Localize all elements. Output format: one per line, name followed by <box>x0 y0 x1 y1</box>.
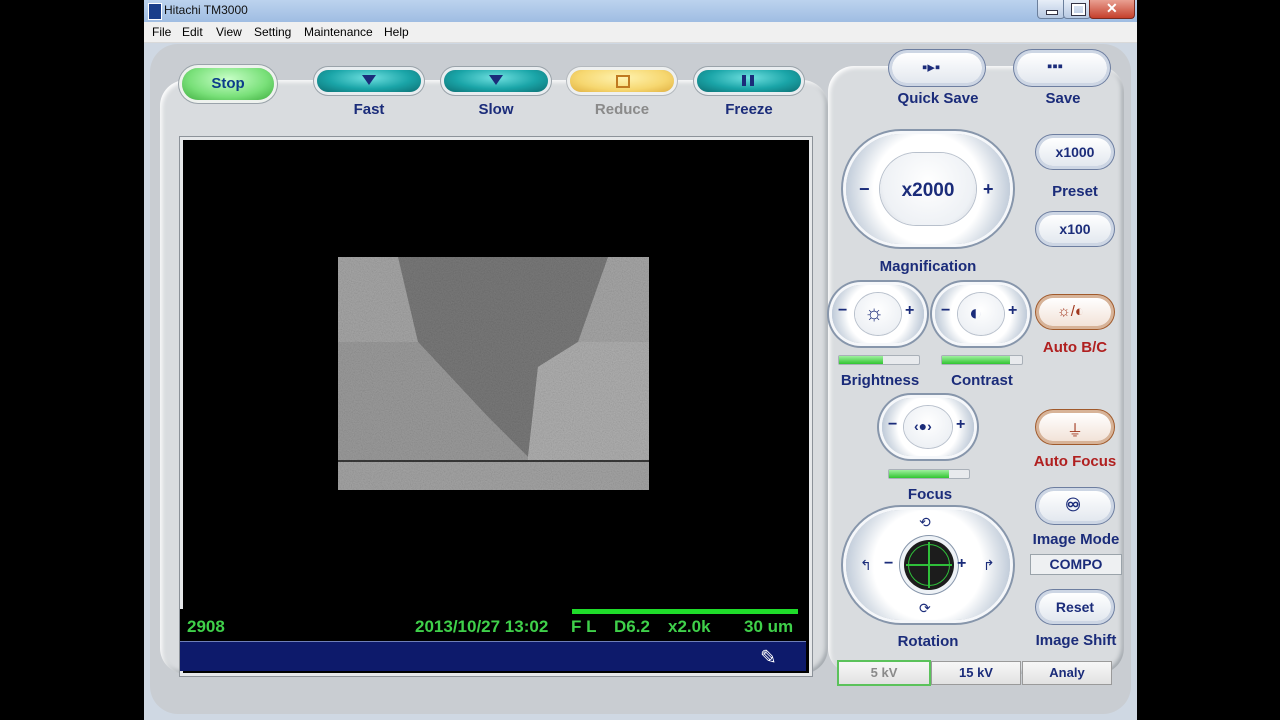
focus-icon: ‹●› <box>914 418 932 434</box>
preset-x1000-label: x1000 <box>1055 144 1095 160</box>
contrast-plus[interactable]: + <box>1008 302 1017 320</box>
image-shift-label: Image Shift <box>1035 632 1117 649</box>
slow-down-icon <box>489 75 503 85</box>
focus-level-bar <box>888 469 970 479</box>
sun-icon: ☼ <box>864 300 885 325</box>
image-mode-icon: ♾ <box>1065 495 1082 515</box>
freeze-pause-icon <box>742 75 746 86</box>
minimize-button[interactable] <box>1037 0 1065 19</box>
window-title: Hitachi TM3000 <box>164 3 248 17</box>
rotate-bottom-icon[interactable]: ⟳ <box>919 600 931 617</box>
reset-button[interactable]: Reset <box>1039 593 1111 621</box>
magnification-value: x2000 <box>901 180 955 201</box>
save-button[interactable]: ▪▪▪ <box>1017 53 1107 83</box>
image-mode-label: Image Mode <box>1032 531 1120 548</box>
magnification-minus[interactable]: − <box>859 179 870 200</box>
auto-focus-button[interactable]: ⏚ <box>1039 413 1111 441</box>
close-icon: ✕ <box>1106 0 1118 16</box>
menu-maintenance[interactable]: Maintenance <box>304 25 373 39</box>
close-button[interactable]: ✕ <box>1089 0 1135 19</box>
focus-minus[interactable]: − <box>888 416 897 434</box>
slow-label: Slow <box>478 101 514 118</box>
save-icon: ▪▪▪ <box>1047 58 1063 75</box>
contrast-icon: ◐ <box>969 300 983 325</box>
focus-plus[interactable]: + <box>956 416 965 434</box>
auto-bc-icon: ☼/◐ <box>1057 303 1084 320</box>
menu-edit[interactable]: Edit <box>182 25 203 39</box>
stop-button[interactable]: Stop <box>182 68 274 100</box>
preset-x1000-button[interactable]: x1000 <box>1039 138 1111 166</box>
magnification-plus[interactable]: + <box>983 179 994 200</box>
quick-save-label: Quick Save <box>897 90 979 107</box>
contrast-minus[interactable]: − <box>941 302 950 320</box>
focus-label: Focus <box>907 486 953 503</box>
rotate-top-icon[interactable]: ⟲ <box>919 514 931 531</box>
brightness-plus[interactable]: + <box>905 302 914 320</box>
scale-bar <box>572 609 798 614</box>
contrast-level-fill <box>942 356 1010 364</box>
fast-down-icon <box>362 75 376 85</box>
brightness-label: Brightness <box>840 372 920 389</box>
freeze-label: Freeze <box>725 101 773 118</box>
brightness-minus[interactable]: − <box>838 302 847 320</box>
preset-x100-button[interactable]: x100 <box>1039 215 1111 243</box>
preset-x100-label: x100 <box>1059 221 1091 237</box>
menu-view[interactable]: View <box>216 25 242 39</box>
edit-note-icon[interactable]: ✎ <box>760 645 777 670</box>
fast-label: Fast <box>353 101 385 118</box>
reduce-button[interactable] <box>570 70 674 92</box>
voltage-5kv-button[interactable]: 5 kV <box>837 660 931 686</box>
preset-label: Preset <box>1052 183 1098 200</box>
focus-level-fill <box>889 470 949 478</box>
menu-help[interactable]: Help <box>384 25 409 39</box>
brightness-level-fill <box>839 356 883 364</box>
magnification-readout: x2.0k <box>668 617 711 636</box>
voltage-15kv-button[interactable]: 15 kV <box>931 661 1021 685</box>
menu-bar: File Edit View Setting Maintenance Help <box>144 22 1137 43</box>
analy-button[interactable]: Analy <box>1022 661 1112 685</box>
menu-setting[interactable]: Setting <box>254 25 291 39</box>
title-bar: Hitachi TM3000 ✕ <box>144 0 1137 23</box>
quick-save-button[interactable]: ▪▸▪ <box>892 53 982 83</box>
stop-label: Stop <box>211 75 245 92</box>
menu-file[interactable]: File <box>152 25 171 39</box>
reduce-label: Reduce <box>594 101 650 118</box>
fast-button[interactable] <box>317 70 421 92</box>
rotation-label: Rotation <box>897 633 959 650</box>
slow-button[interactable] <box>444 70 548 92</box>
image-number: 2908 <box>187 617 225 636</box>
reset-label: Reset <box>1055 599 1095 615</box>
brightness-level-bar <box>838 355 920 365</box>
app-icon <box>148 3 162 20</box>
maximize-button[interactable] <box>1063 0 1091 19</box>
rotate-left-icon[interactable]: ↰ <box>860 557 872 574</box>
datetime: 2013/10/27 13:02 <box>415 617 549 636</box>
annotation-bar: ✎ <box>180 641 806 671</box>
auto-focus-label: Auto Focus <box>1033 453 1117 470</box>
contrast-label: Contrast <box>951 372 1013 389</box>
scan-mode: F L <box>571 617 597 636</box>
rotation-minus[interactable]: − <box>884 555 893 573</box>
rotation-plus[interactable]: + <box>957 555 966 573</box>
save-label: Save <box>1045 90 1081 107</box>
scale-readout: 30 um <box>744 617 794 636</box>
reduce-icon <box>616 75 630 88</box>
rotation-center[interactable] <box>904 540 954 590</box>
contrast-level-bar <box>941 355 1023 365</box>
freeze-button[interactable] <box>697 70 801 92</box>
magnification-label: Magnification <box>879 258 977 275</box>
auto-focus-icon: ⏚ <box>1067 423 1084 440</box>
working-distance: D6.2 <box>614 617 650 636</box>
image-mode-button[interactable]: ♾ <box>1039 491 1111 521</box>
rotate-right-icon[interactable]: ↱ <box>983 557 995 574</box>
quick-save-icon: ▪▸▪ <box>922 59 941 76</box>
auto-bc-button[interactable]: ☼/◐ <box>1039 298 1111 326</box>
sem-image <box>338 257 649 490</box>
image-mode-value: COMPO <box>1030 554 1122 575</box>
auto-bc-label: Auto B/C <box>1042 339 1108 356</box>
